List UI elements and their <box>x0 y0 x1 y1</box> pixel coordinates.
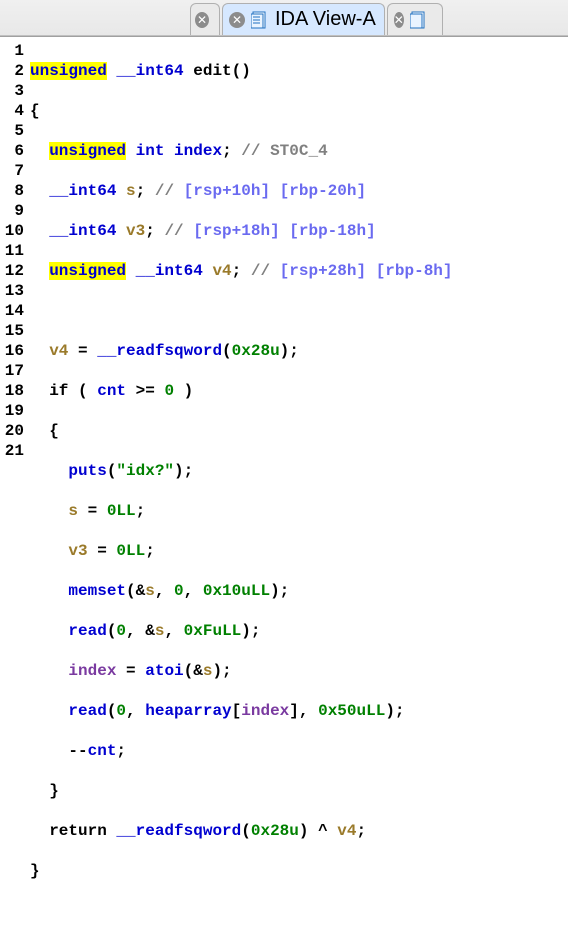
code-line: read(0, heaparray[index], 0x50uLL); <box>30 701 453 721</box>
line-number: 3 <box>0 81 24 101</box>
code-line: unsigned int index; // ST0C_4 <box>30 141 453 161</box>
code-line: __int64 s; // [rsp+10h] [rbp-20h] <box>30 181 453 201</box>
line-number: 6 <box>0 141 24 161</box>
code-line: --cnt; <box>30 741 453 761</box>
code-line: s = 0LL; <box>30 501 453 521</box>
document-icon <box>410 11 428 29</box>
line-number: 9 <box>0 201 24 221</box>
line-number: 19 <box>0 401 24 421</box>
code-line <box>30 301 453 321</box>
line-number: 13 <box>0 281 24 301</box>
code-line: memset(&s, 0, 0x10uLL); <box>30 581 453 601</box>
code-editor[interactable]: 123456789101112131415161718192021 unsign… <box>0 36 568 925</box>
code-line: read(0, &s, 0xFuLL); <box>30 621 453 641</box>
line-number: 4 <box>0 101 24 121</box>
code-line: unsigned __int64 edit() <box>30 61 453 81</box>
line-number: 16 <box>0 341 24 361</box>
code-line: v3 = 0LL; <box>30 541 453 561</box>
line-number: 2 <box>0 61 24 81</box>
code-line: { <box>30 101 453 121</box>
line-number: 15 <box>0 321 24 341</box>
code-line: } <box>30 781 453 801</box>
code-line: puts("idx?"); <box>30 461 453 481</box>
line-number: 14 <box>0 301 24 321</box>
tab-label: IDA View-A <box>275 8 376 31</box>
code-line: index = atoi(&s); <box>30 661 453 681</box>
document-icon <box>251 11 269 29</box>
toolbar-area: ✕ ✕ IDA View-A ✕ <box>0 0 568 36</box>
line-gutter: 123456789101112131415161718192021 <box>0 37 28 925</box>
line-number: 18 <box>0 381 24 401</box>
code-line: } <box>30 861 453 881</box>
line-number: 7 <box>0 161 24 181</box>
line-number: 10 <box>0 221 24 241</box>
line-number: 5 <box>0 121 24 141</box>
line-number: 20 <box>0 421 24 441</box>
line-number: 8 <box>0 181 24 201</box>
line-number: 11 <box>0 241 24 261</box>
close-icon[interactable]: ✕ <box>394 12 404 28</box>
code-line: unsigned __int64 v4; // [rsp+28h] [rbp-8… <box>30 261 453 281</box>
line-number: 1 <box>0 41 24 61</box>
tab-ida-view-a[interactable]: ✕ IDA View-A <box>222 3 385 35</box>
line-number: 17 <box>0 361 24 381</box>
close-icon[interactable]: ✕ <box>229 12 245 28</box>
code-line: { <box>30 421 453 441</box>
code-line: __int64 v3; // [rsp+18h] [rbp-18h] <box>30 221 453 241</box>
line-number: 21 <box>0 441 24 461</box>
code-line: if ( cnt >= 0 ) <box>30 381 453 401</box>
code-area[interactable]: unsigned __int64 edit() { unsigned int i… <box>28 37 453 925</box>
tab-bar: ✕ ✕ IDA View-A ✕ <box>190 3 445 35</box>
tab-prev[interactable]: ✕ <box>190 3 220 35</box>
code-line: return __readfsqword(0x28u) ^ v4; <box>30 821 453 841</box>
code-line: v4 = __readfsqword(0x28u); <box>30 341 453 361</box>
line-number: 12 <box>0 261 24 281</box>
close-icon[interactable]: ✕ <box>195 12 209 28</box>
tab-next[interactable]: ✕ <box>387 3 443 35</box>
